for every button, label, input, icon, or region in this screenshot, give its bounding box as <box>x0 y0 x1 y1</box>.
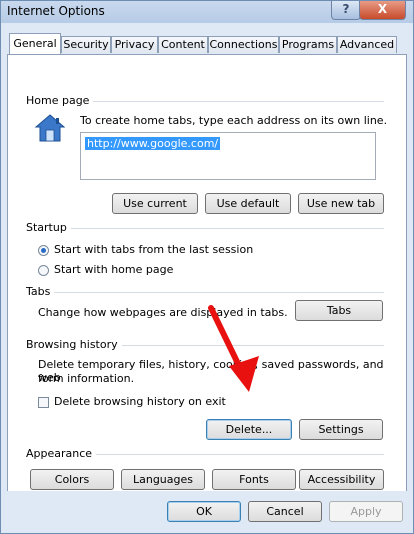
home-page-description: To create home tabs, type each address o… <box>80 114 388 127</box>
tabs-group-label: Tabs <box>26 285 55 298</box>
tab-connections[interactable]: Connections <box>208 36 279 53</box>
tab-general[interactable]: General <box>9 33 61 54</box>
close-icon: X <box>377 2 388 16</box>
languages-button[interactable]: Languages <box>121 469 205 490</box>
dialog-body: General Security Privacy Content Connect… <box>7 27 407 506</box>
tab-advanced[interactable]: Advanced <box>337 36 397 53</box>
startup-divider <box>26 228 384 229</box>
internet-options-window: Internet Options ? X General Security Pr… <box>0 0 414 534</box>
home-page-url-input[interactable]: http://www.google.com/ <box>80 132 376 180</box>
cancel-button[interactable]: Cancel <box>248 501 322 522</box>
tabs-settings-button[interactable]: Tabs <box>295 300 383 321</box>
tab-privacy[interactable]: Privacy <box>111 36 158 53</box>
home-page-url-text: http://www.google.com/ <box>85 137 221 150</box>
tabs-divider <box>26 292 384 293</box>
close-button[interactable]: X <box>359 1 406 20</box>
delete-on-exit-checkbox[interactable] <box>38 397 49 408</box>
tab-programs[interactable]: Programs <box>279 36 337 53</box>
browsing-history-label: Browsing history <box>26 338 122 351</box>
radio-home-page[interactable] <box>38 265 49 276</box>
home-page-label: Home page <box>26 94 94 107</box>
startup-label: Startup <box>26 221 71 234</box>
apply-button[interactable]: Apply <box>329 501 403 522</box>
window-title: Internet Options <box>7 4 105 18</box>
radio-home-page-label: Start with home page <box>54 263 174 276</box>
use-default-button[interactable]: Use default <box>205 193 291 214</box>
appearance-label: Appearance <box>26 447 97 460</box>
use-new-tab-button[interactable]: Use new tab <box>298 193 384 214</box>
title-bar[interactable]: Internet Options ? X <box>1 1 413 23</box>
colors-button[interactable]: Colors <box>30 469 114 490</box>
annotation-arrow-icon <box>208 305 259 392</box>
accessibility-button[interactable]: Accessibility <box>299 469 384 490</box>
house-icon <box>34 114 66 142</box>
delete-button[interactable]: Delete... <box>206 419 292 440</box>
radio-last-session-label: Start with tabs from the last session <box>54 243 254 256</box>
delete-on-exit-label: Delete browsing history on exit <box>54 395 226 408</box>
tab-security[interactable]: Security <box>61 36 111 53</box>
tab-content[interactable]: Content <box>158 36 208 53</box>
tab-strip: General Security Privacy Content Connect… <box>7 33 407 54</box>
use-current-button[interactable]: Use current <box>112 193 198 214</box>
browsing-history-description-2: form information. <box>38 372 135 385</box>
ok-button[interactable]: OK <box>167 501 241 522</box>
help-button[interactable]: ? <box>331 1 361 20</box>
radio-last-session[interactable] <box>38 245 49 256</box>
history-settings-button[interactable]: Settings <box>299 419 383 440</box>
fonts-button[interactable]: Fonts <box>212 469 296 490</box>
dialog-footer: OK Cancel Apply <box>1 491 413 533</box>
general-panel: Home page To create home tabs, type each… <box>7 54 407 506</box>
